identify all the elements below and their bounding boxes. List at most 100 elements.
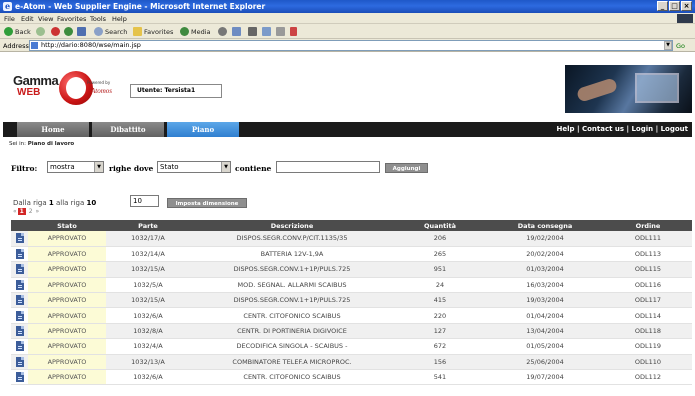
back-button-label[interactable]: Back — [15, 28, 31, 36]
col-parte-header[interactable]: Parte — [106, 220, 190, 231]
pager-next[interactable]: » — [36, 208, 40, 215]
range-from-label: Dalla riga — [13, 199, 47, 207]
document-icon[interactable] — [15, 372, 24, 383]
add-filter-button[interactable]: Aggiungi — [385, 163, 428, 173]
home-icon[interactable] — [77, 27, 86, 36]
document-icon[interactable] — [15, 279, 24, 290]
stop-icon[interactable] — [51, 27, 60, 36]
table-row[interactable]: APPROVATO 1032/8/A CENTR. DI PORTINERIA DI… — [11, 323, 692, 340]
search-button-label[interactable]: Search — [105, 28, 127, 36]
table-row[interactable]: APPROVATO 1032/4/A DECODIFICA SINGOLA - SC… — [11, 338, 692, 355]
table-row[interactable]: APPROVATO 1032/14/A BATTERIA 12V-1,9A 265 20… — [11, 246, 692, 263]
tab-dibattito[interactable]: Dibattito — [92, 122, 164, 137]
menu-favorites[interactable]: Favorites — [57, 15, 86, 23]
cell-data-consegna: 19/03/2004 — [486, 292, 604, 309]
filter-value-input[interactable] — [276, 161, 380, 173]
tab-home[interactable]: Home — [17, 122, 89, 137]
favorites-button-label[interactable]: Favorites — [144, 28, 173, 36]
cell-descrizione: CENTR. CITOFONICO SCAIBUS — [190, 369, 394, 386]
cell-data-consegna: 19/02/2004 — [486, 231, 604, 247]
table-row[interactable]: APPROVATO 1032/6/A CENTR. CITOFONICO SCAIB… — [11, 369, 692, 386]
row-doc-cell[interactable] — [11, 292, 28, 309]
col-ordine-header[interactable]: Ordine — [604, 220, 692, 231]
row-doc-cell[interactable] — [11, 246, 28, 263]
filter-mode-select[interactable]: mostra ▼ — [47, 161, 104, 173]
row-doc-cell[interactable] — [11, 369, 28, 386]
forward-icon[interactable] — [36, 27, 45, 36]
history-icon[interactable] — [218, 27, 227, 36]
messenger-icon[interactable] — [290, 27, 297, 36]
logo-atomos-text: Atomos — [91, 87, 112, 95]
back-icon[interactable] — [4, 27, 13, 36]
page-size-input[interactable]: 10 — [130, 195, 159, 207]
mail-icon[interactable] — [232, 27, 241, 36]
cell-parte: 1032/14/A — [106, 246, 190, 263]
table-row[interactable]: APPROVATO 1032/15/A DISPOS.SEGR.CONV.1+1P/… — [11, 261, 692, 278]
top-links[interactable]: Help | Contact us | Login | Logout — [557, 122, 688, 137]
search-icon[interactable] — [94, 27, 103, 36]
address-dropdown-icon[interactable]: ▼ — [664, 41, 672, 50]
range-to-value: 10 — [86, 199, 97, 207]
table-row[interactable]: APPROVATO 1032/17/A DISPOS.SEGR.CONV.P/CIT… — [11, 231, 692, 247]
row-doc-cell[interactable] — [11, 277, 28, 294]
row-doc-cell[interactable] — [11, 338, 28, 355]
cell-quantita: 206 — [394, 231, 486, 247]
col-descrizione-header[interactable]: Descrizione — [190, 220, 394, 231]
col-quantita-header[interactable]: Quantità — [394, 220, 486, 231]
cell-parte: 1032/15/A — [106, 292, 190, 309]
cell-stato: APPROVATO — [28, 323, 106, 340]
cell-stato: APPROVATO — [28, 369, 106, 386]
go-button[interactable]: Go — [676, 42, 685, 50]
row-doc-cell[interactable] — [11, 231, 28, 247]
table-row[interactable]: APPROVATO 1032/13/A COMBINATORE TELEF.A MI… — [11, 354, 692, 371]
menu-view[interactable]: View — [38, 15, 53, 23]
media-icon[interactable] — [180, 27, 189, 36]
menu-file[interactable]: File — [4, 15, 15, 23]
pager-prev[interactable]: « — [13, 208, 17, 215]
document-icon[interactable] — [15, 233, 24, 244]
col-data-header[interactable]: Data consegna — [486, 220, 604, 231]
table-row[interactable]: APPROVATO 1032/15/A DISPOS.SEGR.CONV.1+1P/… — [11, 292, 692, 309]
col-stato-header[interactable]: Stato — [28, 220, 106, 231]
menu-help[interactable]: Help — [112, 15, 127, 23]
address-input[interactable]: http://dario:8080/wse/main.jsp — [29, 40, 673, 51]
pager-page-2[interactable]: 2 — [29, 208, 33, 215]
table-row[interactable]: APPROVATO 1032/6/A CENTR. CITOFONICO SCAIB… — [11, 307, 692, 324]
filter-field-select[interactable]: Stato ▼ — [157, 161, 231, 173]
document-icon[interactable] — [15, 326, 24, 337]
set-size-button[interactable]: Imposta dimensione — [167, 198, 247, 208]
document-icon[interactable] — [15, 356, 24, 367]
maximize-button[interactable]: □ — [669, 1, 680, 11]
menu-tools[interactable]: Tools — [90, 15, 106, 23]
favorites-icon[interactable] — [133, 27, 142, 36]
minimize-button[interactable]: _ — [657, 1, 668, 11]
close-button[interactable]: × — [681, 1, 692, 11]
cell-data-consegna: 01/04/2004 — [486, 307, 604, 324]
row-doc-cell[interactable] — [11, 323, 28, 340]
pager-current[interactable]: 1 — [17, 208, 26, 215]
table-row[interactable]: APPROVATO 1032/5/A MOD. SEGNAL. ALLARMI SC… — [11, 277, 692, 294]
row-doc-cell[interactable] — [11, 307, 28, 324]
document-icon[interactable] — [15, 249, 24, 260]
row-doc-cell[interactable] — [11, 261, 28, 278]
cell-ordine: ODL110 — [604, 354, 692, 371]
media-button-label[interactable]: Media — [191, 28, 211, 36]
window-controls: _ □ × — [657, 1, 692, 11]
cell-parte: 1032/6/A — [106, 369, 190, 386]
edit-icon[interactable] — [262, 27, 271, 36]
cell-quantita: 24 — [394, 277, 486, 294]
document-icon[interactable] — [15, 310, 24, 321]
row-doc-cell[interactable] — [11, 354, 28, 371]
document-icon[interactable] — [15, 264, 24, 275]
table-header-row: Stato Parte Descrizione Quantità Data co… — [11, 220, 692, 231]
tab-piano[interactable]: Piano — [167, 122, 239, 137]
cell-quantita: 127 — [394, 323, 486, 340]
breadcrumb: Sei in: Piano di lavoro — [9, 141, 74, 147]
discuss-icon[interactable] — [276, 27, 285, 36]
menu-edit[interactable]: Edit — [21, 15, 34, 23]
refresh-icon[interactable] — [64, 27, 73, 36]
window-titlebar: e e-Atom - Web Supplier Engine - Microso… — [0, 0, 695, 13]
print-icon[interactable] — [248, 27, 257, 36]
document-icon[interactable] — [15, 295, 24, 306]
document-icon[interactable] — [15, 341, 24, 352]
